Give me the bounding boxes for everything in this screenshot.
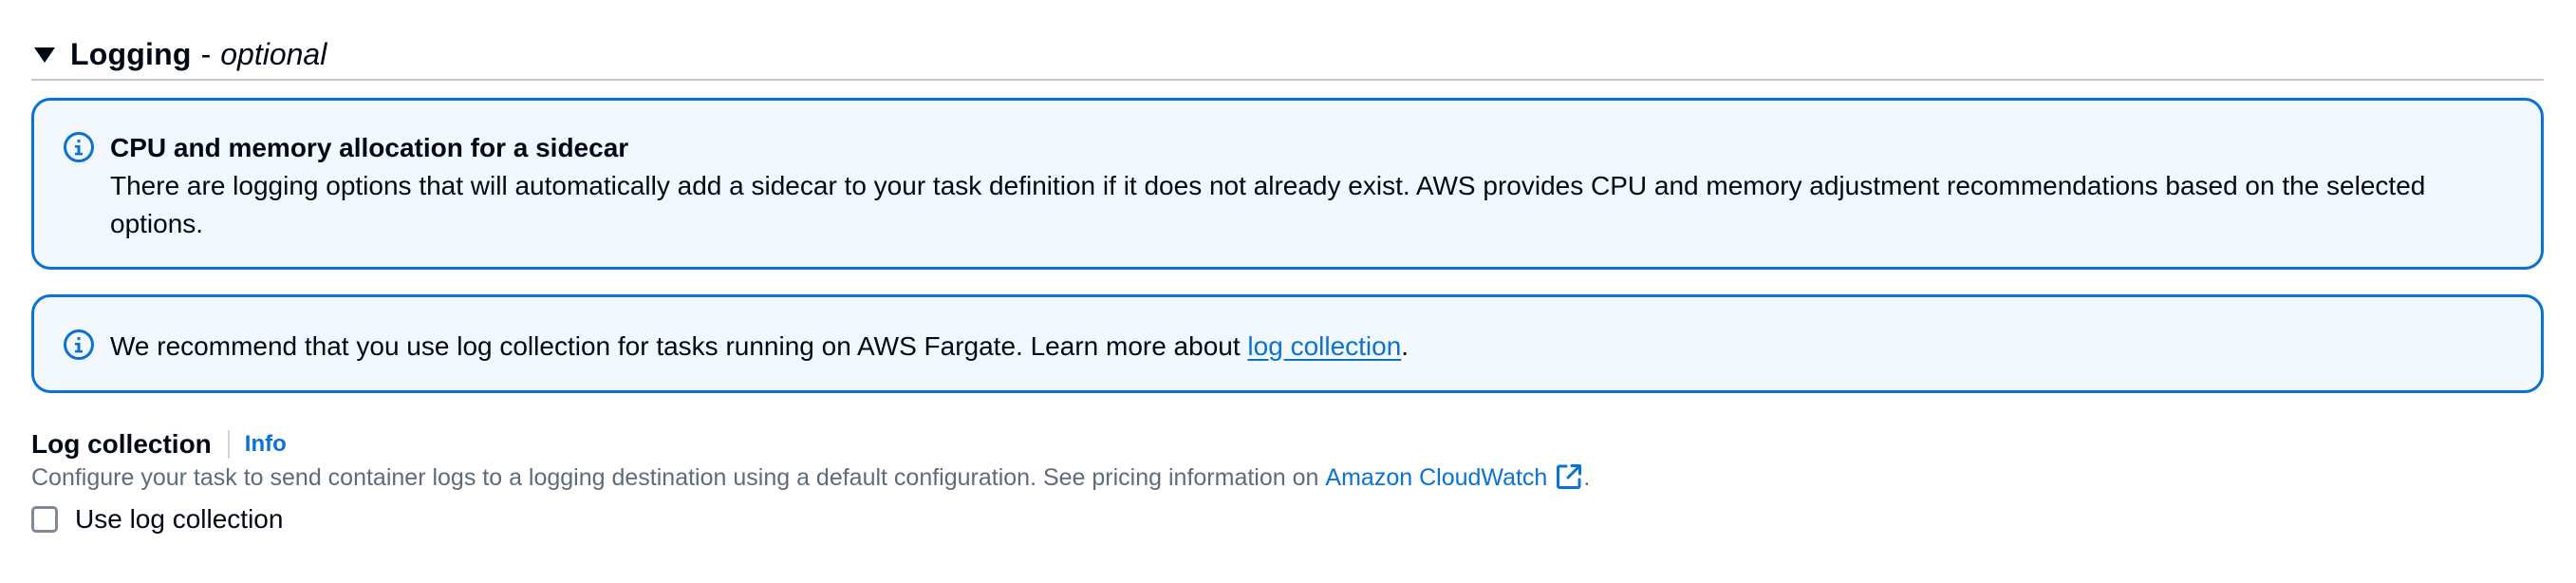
description-text: Configure your task to send container lo… [31, 464, 1319, 491]
section-divider [31, 79, 2544, 81]
use-log-collection-label[interactable]: Use log collection [75, 504, 283, 535]
alert-body: CPU and memory allocation for a sidecar … [110, 129, 2427, 243]
label-divider [227, 430, 230, 459]
section-optional-label: optional [220, 36, 327, 71]
sidecar-info-alert: CPU and memory allocation for a sidecar … [31, 98, 2544, 270]
description-end: . [1583, 464, 1591, 491]
alert-text-end: . [1401, 331, 1409, 361]
caret-down-icon[interactable] [34, 47, 55, 63]
info-circle-icon [64, 132, 94, 162]
section-title-separator: - [200, 36, 212, 71]
amazon-cloudwatch-link[interactable]: Amazon CloudWatch [1325, 461, 1547, 495]
info-circle-icon [64, 329, 94, 360]
use-log-collection-checkbox[interactable] [31, 506, 58, 533]
log-collection-label: Log collection [31, 429, 212, 459]
log-collection-description: Configure your task to send container lo… [31, 461, 1590, 495]
alert-text: There are logging options that will auto… [110, 171, 2426, 238]
log-collection-link[interactable]: log collection [1247, 331, 1401, 361]
external-link-icon[interactable] [1555, 462, 1583, 491]
log-collection-label-row: Log collection Info [31, 425, 287, 463]
alert-heading: CPU and memory allocation for a sidecar [110, 133, 629, 162]
log-collection-recommendation-alert: We recommend that you use log collection… [31, 294, 2544, 393]
alert-text: We recommend that you use log collection… [110, 331, 1248, 361]
section-title: Logging [70, 36, 192, 71]
alert-body: We recommend that you use log collection… [110, 328, 2427, 366]
info-link[interactable]: Info [245, 431, 287, 458]
logging-section-header[interactable]: Logging - optional [31, 28, 2544, 80]
use-log-collection-option[interactable]: Use log collection [31, 502, 283, 536]
